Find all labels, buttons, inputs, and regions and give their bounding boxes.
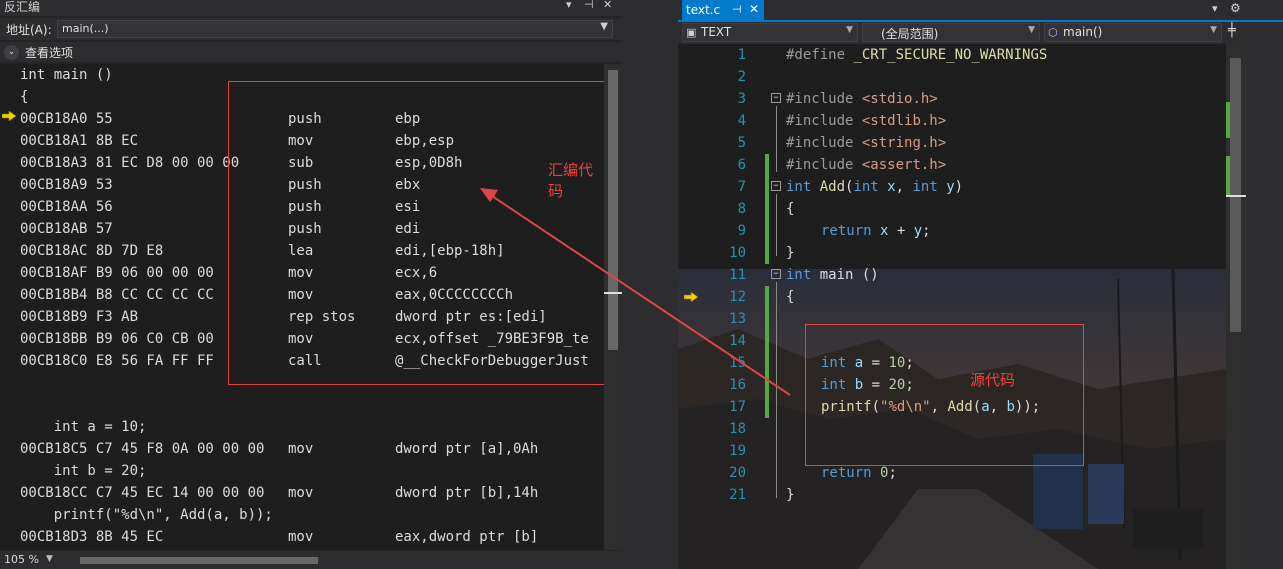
- vertical-scrollbar[interactable]: [1226, 44, 1246, 569]
- pane-divider: [622, 0, 678, 569]
- address-combobox[interactable]: main(...) ▼: [57, 20, 613, 38]
- source-highlight-box: [805, 324, 1084, 466]
- member-label[interactable]: main(): [1063, 25, 1102, 39]
- tab-text-c[interactable]: text.c ⊣ ✕: [682, 0, 764, 22]
- disassembly-titlebar: 反汇编 ▾ ⊣ ✕: [0, 0, 622, 16]
- change-overview-marker: [1226, 102, 1230, 138]
- vertical-scrollbar[interactable]: [604, 64, 622, 550]
- assembly-highlight-box: [228, 81, 604, 385]
- source-text: int main (): [20, 67, 113, 83]
- source-text: printf("%d\n", Add(a, b));: [20, 507, 273, 523]
- split-icon[interactable]: ╪: [1228, 23, 1236, 38]
- expand-toggle-icon[interactable]: ⌄: [4, 45, 19, 60]
- source-text: int a = 10;: [20, 419, 147, 435]
- fold-guide: [776, 194, 777, 256]
- line-number: 17: [729, 399, 746, 415]
- scrollbar-thumb[interactable]: [608, 70, 618, 350]
- project-icon: ▣: [686, 26, 697, 39]
- line-number: 18: [729, 421, 746, 437]
- address-label: 地址(A):: [6, 23, 52, 37]
- fold-collapse-icon[interactable]: −: [771, 93, 781, 103]
- line-number: 2: [737, 69, 746, 85]
- line-number: 10: [729, 245, 746, 261]
- line-number: 20: [729, 465, 746, 481]
- window-dropdown-icon[interactable]: ▾: [566, 0, 572, 11]
- chevron-down-icon[interactable]: ▼: [600, 21, 608, 32]
- line-number: 3: [737, 91, 746, 107]
- change-overview-marker: [1226, 156, 1230, 196]
- line-number: 16: [729, 377, 746, 393]
- line-number: 15: [729, 355, 746, 371]
- editor-window: text.c ⊣ ✕ ▾ ⚙ ▣ TEXT ▼ (全局范围) ▼ ⬡ main(…: [678, 0, 1283, 569]
- view-options-row: ⌄ 查看选项: [0, 42, 622, 62]
- code-editor[interactable]: 1 2 3 4 5 6 7 8 9 10 11 12 13 14 15 16 1…: [678, 44, 1226, 569]
- navigation-bar: ▣ TEXT ▼ (全局范围) ▼ ⬡ main() ▼ ╪: [678, 22, 1283, 44]
- source-text: int b = 20;: [20, 463, 147, 479]
- line-number: 8: [737, 201, 746, 217]
- tab-label[interactable]: text.c: [686, 3, 720, 17]
- line-number: 5: [737, 135, 746, 151]
- chevron-down-icon[interactable]: ▼: [1028, 25, 1035, 35]
- assembly-annotation: 汇编代码: [548, 161, 594, 200]
- editor-margin: [1246, 44, 1283, 569]
- pin-icon[interactable]: ⊣: [732, 3, 742, 16]
- fold-collapse-icon[interactable]: −: [771, 181, 781, 191]
- scope-label[interactable]: (全局范围): [881, 25, 938, 42]
- chevron-down-icon[interactable]: ▼: [46, 554, 53, 564]
- chevron-down-icon[interactable]: ▼: [1210, 25, 1217, 35]
- close-icon[interactable]: ✕: [603, 0, 612, 11]
- change-marker: [765, 286, 769, 418]
- disassembly-title: 反汇编: [4, 0, 41, 14]
- line-number: 14: [729, 333, 746, 349]
- address-bar: 地址(A): main(...) ▼: [0, 18, 622, 40]
- horizontal-scrollbar-thumb[interactable]: [80, 557, 318, 564]
- chevron-down-icon[interactable]: ▼: [846, 25, 853, 35]
- project-label[interactable]: TEXT: [701, 25, 731, 39]
- line-number: 11: [729, 267, 746, 283]
- gear-icon[interactable]: ⚙: [1230, 1, 1241, 15]
- instruction-pointer-icon: [684, 292, 698, 302]
- line-number: 12: [729, 289, 746, 305]
- scroll-position-marker: [604, 292, 622, 294]
- tab-strip: text.c ⊣ ✕ ▾ ⚙: [678, 0, 1283, 22]
- tab-dropdown-icon[interactable]: ▾: [1212, 2, 1218, 15]
- disassembly-code-area[interactable]: int main () { 00CB18A0 55 push ebp 00CB18A…: [0, 64, 604, 550]
- line-number: 4: [737, 113, 746, 129]
- scroll-position-marker: [1226, 195, 1246, 197]
- disassembly-window: 反汇编 ▾ ⊣ ✕ 地址(A): main(...) ▼ ⌄ 查看选项 int …: [0, 0, 622, 569]
- zoom-level[interactable]: 105 %: [4, 553, 39, 566]
- fold-guide: [776, 282, 777, 498]
- change-marker: [765, 176, 769, 264]
- source-text: {: [20, 89, 29, 105]
- line-number: 19: [729, 443, 746, 459]
- line-number: 7: [737, 179, 746, 195]
- source-annotation: 源代码: [970, 371, 1016, 389]
- close-icon[interactable]: ✕: [749, 2, 759, 16]
- line-number: 21: [729, 487, 746, 503]
- change-marker: [765, 154, 769, 176]
- disassembly-statusbar: 105 % ▼: [0, 551, 622, 569]
- fold-collapse-icon[interactable]: −: [771, 269, 781, 279]
- cube-icon: ⬡: [1048, 26, 1058, 39]
- address-value[interactable]: main(...): [62, 22, 109, 35]
- line-number: 9: [737, 223, 746, 239]
- line-number: 1: [737, 47, 746, 63]
- member-dropdown[interactable]: ⬡ main() ▼: [1044, 23, 1222, 42]
- line-number: 13: [729, 311, 746, 327]
- project-dropdown[interactable]: ▣ TEXT ▼: [682, 23, 858, 42]
- pin-icon[interactable]: ⊣: [584, 0, 594, 11]
- fold-guide: [776, 106, 777, 172]
- scope-dropdown[interactable]: (全局范围) ▼: [862, 23, 1040, 42]
- instruction-pointer-icon: [2, 111, 16, 121]
- line-number: 6: [737, 157, 746, 173]
- view-options-label[interactable]: 查看选项: [25, 44, 73, 61]
